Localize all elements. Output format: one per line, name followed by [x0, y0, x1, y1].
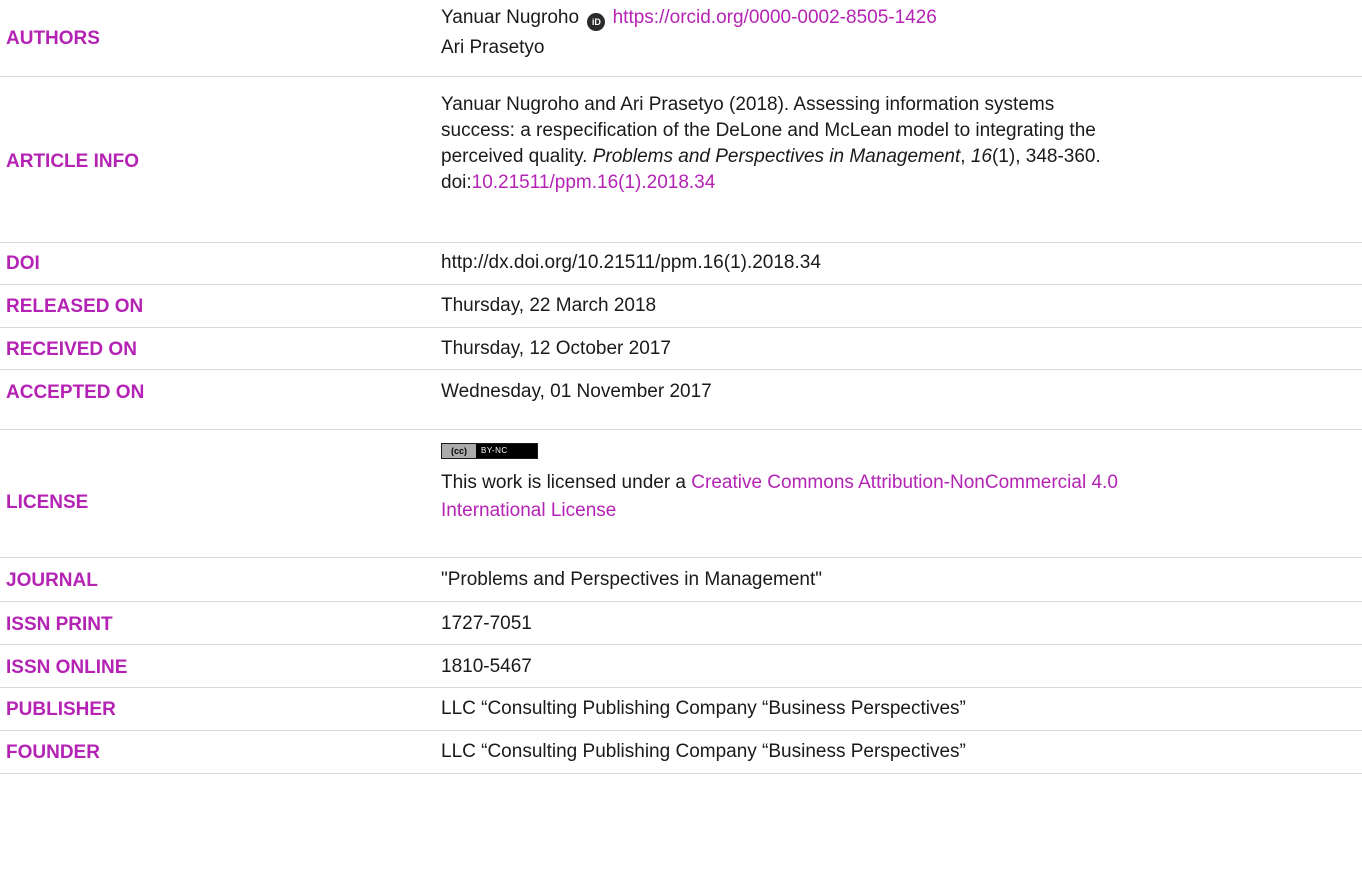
license-intro: This work is licensed under a — [441, 472, 692, 493]
citation-line: Yanuar Nugroho and Ari Prasetyo (2018). … — [441, 94, 1055, 115]
label-authors: AUTHORS — [6, 28, 100, 49]
authors-value: Yanuar Nugroho iD https://orcid.org/0000… — [441, 3, 1356, 63]
license-text: This work is licensed under a Creative C… — [441, 469, 1356, 525]
row-issn-print: ISSN PRINT 1727-7051 — [0, 602, 1362, 645]
accepted-value: Wednesday, 01 November 2017 — [441, 381, 712, 402]
citation-line: perceived quality. Problems and Perspect… — [441, 144, 1356, 170]
orcid-icon[interactable]: iD — [587, 13, 606, 31]
citation-line: success: a respecification of the DeLone… — [441, 120, 1096, 141]
citation-text: , — [960, 146, 971, 167]
author-name: Ari Prasetyo — [441, 37, 545, 58]
license-link[interactable]: International License — [441, 500, 616, 521]
row-issn-online: ISSN ONLINE 1810-5467 — [0, 645, 1362, 688]
label-issn-online: ISSN ONLINE — [6, 657, 128, 678]
issn-online-value: 1810-5467 — [441, 656, 532, 677]
row-journal: JOURNAL "Problems and Perspectives in Ma… — [0, 558, 1362, 602]
publisher-value: LLC “Consulting Publishing Company “Busi… — [441, 698, 966, 719]
cc-badge-right: BY-NC — [476, 444, 537, 458]
label-received: RECEIVED ON — [6, 339, 137, 360]
released-value: Thursday, 22 March 2018 — [441, 295, 657, 316]
issn-print-value: 1727-7051 — [441, 613, 532, 634]
citation-line: doi:10.21511/ppm.16(1).2018.34 — [441, 170, 1356, 196]
journal-value: "Problems and Perspectives in Management… — [441, 569, 823, 590]
volume: 16 — [970, 146, 992, 167]
article-info-table: AUTHORS Yanuar Nugroho iD https://orcid.… — [0, 0, 1362, 886]
received-value: Thursday, 12 October 2017 — [441, 338, 671, 359]
citation-text: (1), 348-360. — [991, 146, 1101, 167]
row-accepted: ACCEPTED ON Wednesday, 01 November 2017 — [0, 370, 1362, 430]
row-founder: FOUNDER LLC “Consulting Publishing Compa… — [0, 731, 1362, 774]
doi-prefix: doi: — [441, 172, 472, 193]
row-released: RELEASED ON Thursday, 22 March 2018 — [0, 285, 1362, 328]
license-link[interactable]: Creative Commons Attribution-NonCommerci… — [691, 472, 1118, 493]
row-authors: AUTHORS Yanuar Nugroho iD https://orcid.… — [0, 0, 1362, 77]
doi-link[interactable]: 10.21511/ppm.16(1).2018.34 — [472, 172, 716, 193]
label-issn-print: ISSN PRINT — [6, 614, 113, 635]
journal-title: Problems and Perspectives in Management — [592, 146, 961, 167]
founder-value: LLC “Consulting Publishing Company “Busi… — [441, 741, 966, 762]
label-journal: JOURNAL — [6, 570, 98, 591]
author-name: Yanuar Nugroho — [441, 7, 580, 28]
label-article-info: ARTICLE INFO — [6, 151, 139, 172]
label-license: LICENSE — [6, 492, 89, 513]
cc-license-badge-icon[interactable]: (cc) BY-NC — [441, 443, 538, 459]
citation: Yanuar Nugroho and Ari Prasetyo (2018). … — [441, 92, 1356, 196]
label-publisher: PUBLISHER — [6, 699, 116, 720]
orcid-link[interactable]: https://orcid.org/0000-0002-8505-1426 — [613, 7, 937, 28]
label-accepted: ACCEPTED ON — [6, 382, 145, 403]
label-doi: DOI — [6, 253, 40, 274]
label-founder: FOUNDER — [6, 742, 100, 763]
row-publisher: PUBLISHER LLC “Consulting Publishing Com… — [0, 688, 1362, 731]
cc-badge-left: (cc) — [442, 444, 476, 458]
author-line-1: Yanuar Nugroho iD https://orcid.org/0000… — [441, 3, 1356, 33]
label-released: RELEASED ON — [6, 296, 144, 317]
doi-value: http://dx.doi.org/10.21511/ppm.16(1).201… — [441, 252, 821, 273]
row-received: RECEIVED ON Thursday, 12 October 2017 — [0, 328, 1362, 370]
citation-text: perceived quality. — [441, 146, 593, 167]
row-license: (cc) BY-NC LICENSE This work is licensed… — [0, 430, 1362, 558]
row-article-info: ARTICLE INFO Yanuar Nugroho and Ari Pras… — [0, 77, 1362, 243]
row-doi: DOI http://dx.doi.org/10.21511/ppm.16(1)… — [0, 243, 1362, 285]
